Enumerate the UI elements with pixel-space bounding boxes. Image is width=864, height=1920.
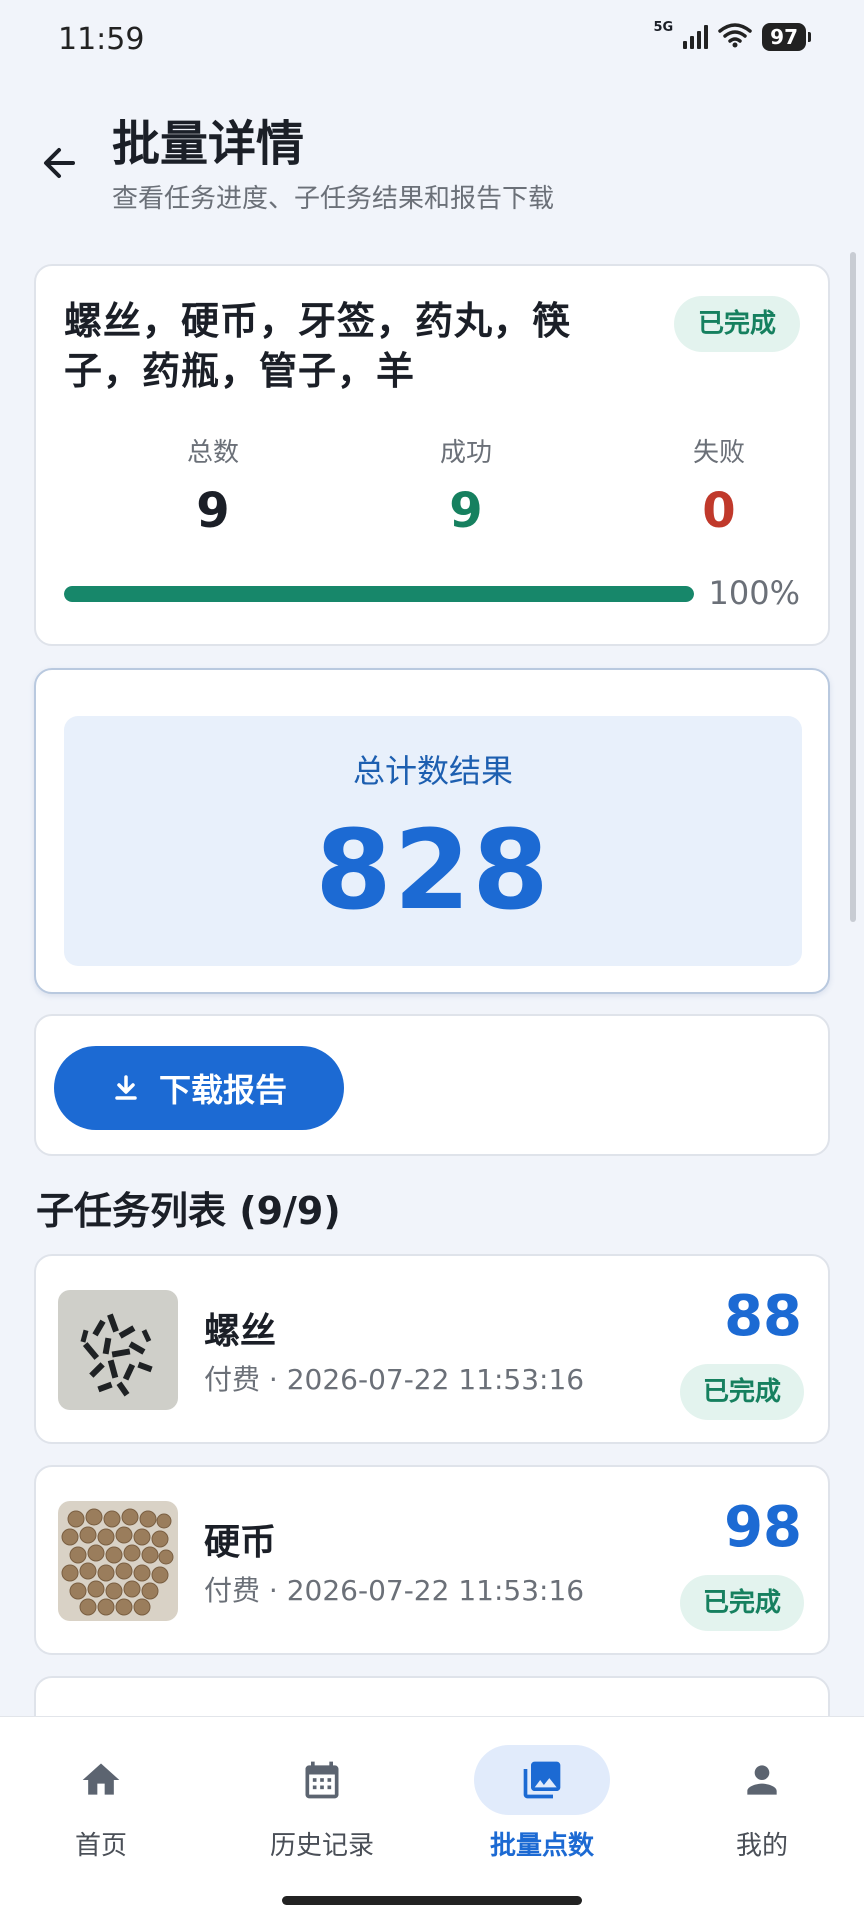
stat-success-value: 9 xyxy=(449,483,483,539)
download-report-button[interactable]: 下载报告 xyxy=(54,1046,344,1130)
page-title: 批量详情 xyxy=(112,116,305,172)
nav-item-batch-count[interactable]: 批量点数 xyxy=(442,1745,642,1862)
total-result-card: 总计数结果 828 xyxy=(34,668,830,994)
stat-success: 成功 9 xyxy=(366,432,566,539)
batch-summary-card: 螺丝，硬币，牙签，药丸，筷子，药瓶，管子，羊 已完成 总数 9 成功 9 失败 … xyxy=(34,264,830,646)
status-time: 11:59 xyxy=(58,22,145,57)
nav-item-mine[interactable]: 我的 xyxy=(662,1745,862,1862)
nav-icon-container xyxy=(254,1745,390,1815)
stat-failed: 失败 0 xyxy=(619,432,819,539)
total-result-value: 828 xyxy=(315,806,551,934)
progress-bar xyxy=(64,586,694,602)
wifi-icon xyxy=(718,22,752,52)
battery-indicator: 97 xyxy=(762,23,811,51)
subtask-count: 88 xyxy=(724,1284,802,1349)
nav-icon-container xyxy=(474,1745,610,1815)
screen: 11:59 5G 97 批量详情 查看任务进度、子任务结果和报告下载 螺丝，硬币… xyxy=(0,0,864,1920)
subtask-thumbnail xyxy=(58,1501,178,1621)
nav-icon-container xyxy=(33,1745,169,1815)
stat-success-label: 成功 xyxy=(439,438,492,468)
nav-label-mine: 我的 xyxy=(735,1831,788,1861)
subtask-list-title: 子任务列表 (9/9) xyxy=(36,1189,341,1233)
progress-percent: 100% xyxy=(708,574,800,612)
stat-failed-value: 0 xyxy=(702,483,736,539)
subtask-name: 螺丝 xyxy=(204,1311,277,1352)
calendar-icon xyxy=(305,1761,339,1799)
nav-label-history: 历史记录 xyxy=(269,1831,374,1861)
download-icon xyxy=(115,1075,137,1100)
nav-label-batch-count: 批量点数 xyxy=(489,1831,594,1861)
network-type-label: 5G xyxy=(653,19,674,35)
home-indicator[interactable] xyxy=(282,1896,582,1905)
subtask-meta: 付费 · 2026-07-22 11:53:16 xyxy=(204,1574,585,1607)
batch-stats: 总数 9 成功 9 失败 0 xyxy=(36,432,832,542)
bottom-navigation: 首页 历史记录 批量点数 我的 xyxy=(0,1716,864,1920)
nav-item-home[interactable]: 首页 xyxy=(1,1745,201,1862)
subtask-name: 硬币 xyxy=(204,1522,277,1563)
subtask-status-badge: 已完成 xyxy=(680,1575,804,1631)
subtask-meta: 付费 · 2026-07-22 11:53:16 xyxy=(204,1363,585,1396)
download-report-label: 下载报告 xyxy=(158,1071,287,1109)
subtask-status-badge: 已完成 xyxy=(680,1364,804,1420)
stat-total-value: 9 xyxy=(196,483,230,539)
stat-total: 总数 9 xyxy=(113,432,313,539)
subtask-thumbnail xyxy=(58,1290,178,1410)
progress-bar-fill xyxy=(64,586,694,602)
status-icons: 5G 97 xyxy=(653,19,811,52)
nav-item-history[interactable]: 历史记录 xyxy=(222,1745,422,1862)
stat-failed-label: 失败 xyxy=(692,438,745,468)
photo-library-icon xyxy=(523,1761,561,1799)
nav-label-home: 首页 xyxy=(74,1831,127,1861)
status-badge: 已完成 xyxy=(674,296,800,352)
status-bar: 11:59 5G 97 xyxy=(0,0,864,80)
nav-icon-container xyxy=(694,1745,830,1815)
signal-icon xyxy=(683,25,709,49)
arrow-back-icon xyxy=(44,148,75,178)
scrollbar[interactable] xyxy=(850,252,856,922)
download-card: 下载报告 xyxy=(34,1014,830,1156)
subtask-item[interactable]: 硬币 付费 · 2026-07-22 11:53:16 98 已完成 xyxy=(34,1465,830,1655)
subtask-count: 98 xyxy=(724,1495,802,1560)
subtask-item[interactable]: 螺丝 付费 · 2026-07-22 11:53:16 88 已完成 xyxy=(34,1254,830,1444)
page-subtitle: 查看任务进度、子任务结果和报告下载 xyxy=(112,184,555,214)
stat-total-label: 总数 xyxy=(186,438,239,468)
batch-name: 螺丝，硬币，牙签，药丸，筷子，药瓶，管子，羊 xyxy=(64,299,572,393)
total-result-label: 总计数结果 xyxy=(352,752,513,790)
person-icon xyxy=(747,1765,777,1795)
home-icon xyxy=(82,1763,120,1795)
back-button[interactable] xyxy=(34,138,84,188)
total-result-panel: 总计数结果 828 xyxy=(64,716,802,966)
page-header: 批量详情 查看任务进度、子任务结果和报告下载 xyxy=(0,100,864,230)
